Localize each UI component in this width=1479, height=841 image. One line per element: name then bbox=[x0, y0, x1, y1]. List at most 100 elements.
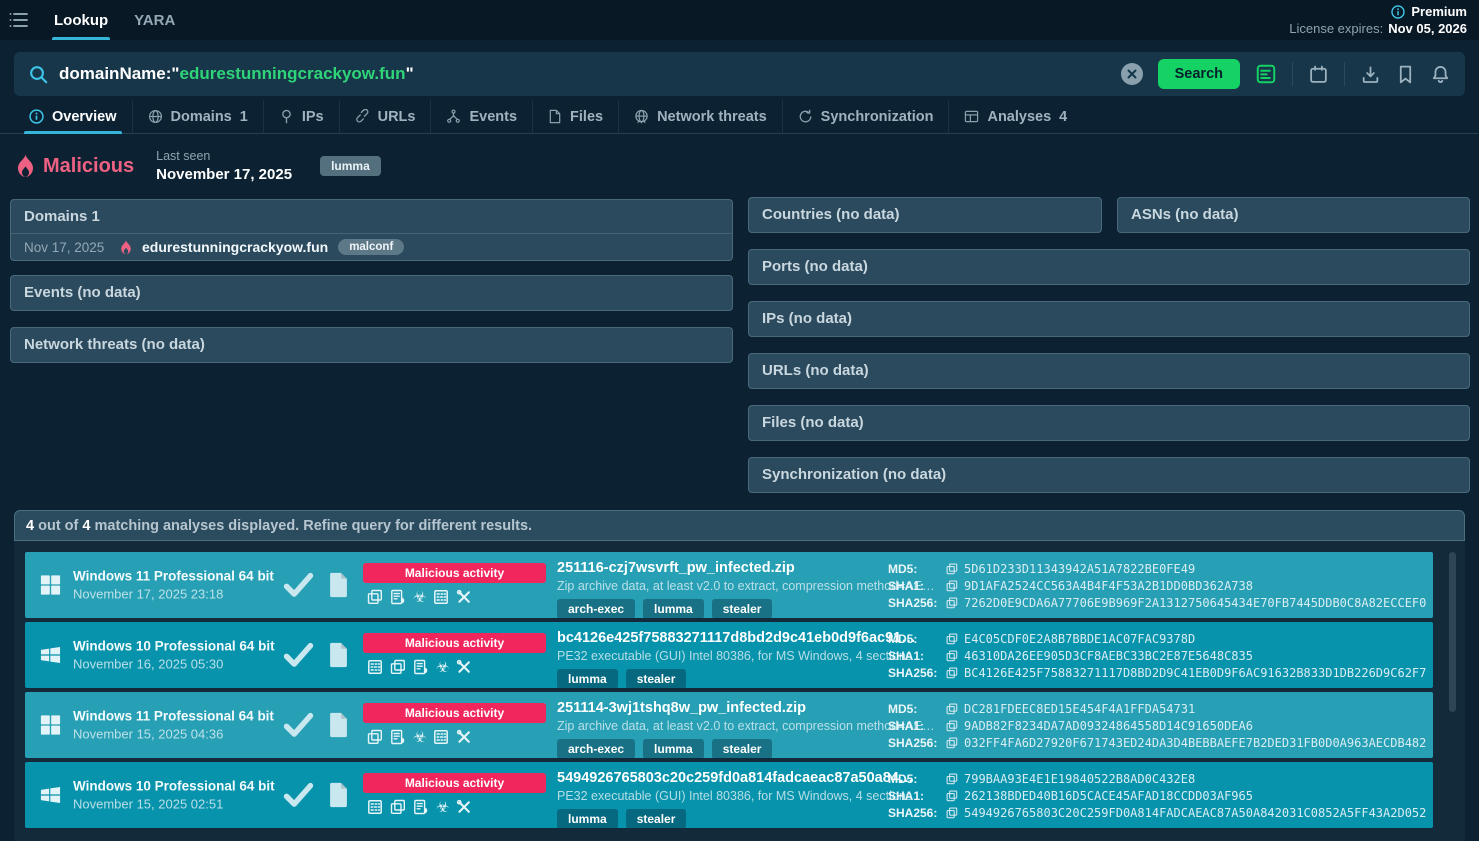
md5-hash: 5D61D233D11343942A51A7822BE0FE49 bbox=[964, 562, 1195, 576]
clear-search-button[interactable] bbox=[1121, 63, 1143, 85]
tools-icon[interactable] bbox=[456, 729, 472, 745]
copy-hash-icon[interactable] bbox=[946, 667, 958, 679]
copy-hash-icon[interactable] bbox=[946, 650, 958, 662]
copy-hash-icon[interactable] bbox=[946, 737, 958, 749]
copy-icon[interactable] bbox=[367, 729, 383, 745]
copy-hash-icon[interactable] bbox=[946, 720, 958, 732]
malware-family-tag[interactable]: lumma bbox=[320, 156, 381, 176]
tag-chip[interactable]: stealer bbox=[626, 809, 687, 829]
copy-hash-icon[interactable] bbox=[946, 580, 958, 592]
tag-chip[interactable]: stealer bbox=[712, 599, 773, 619]
completed-check-icon bbox=[283, 712, 314, 738]
notifications-bell-icon[interactable] bbox=[1430, 64, 1451, 85]
report-icon[interactable] bbox=[390, 589, 406, 605]
bookmark-icon[interactable] bbox=[1396, 64, 1415, 85]
domain-date: Nov 17, 2025 bbox=[24, 240, 110, 255]
top-bar: Lookup YARA Premium License expires:Nov … bbox=[0, 0, 1479, 40]
tag-chip[interactable]: lumma bbox=[557, 669, 618, 689]
calendar-icon[interactable] bbox=[1308, 64, 1329, 85]
analysis-file-name[interactable]: 251114-3wj1tshq8w_pw_infected.zip bbox=[557, 700, 887, 716]
tag-chip[interactable]: lumma bbox=[557, 809, 618, 829]
tools-icon[interactable] bbox=[456, 659, 472, 675]
analysis-row[interactable]: Windows 10 Professional 64 bit November … bbox=[25, 622, 1433, 688]
analysis-os: Windows 10 Professional 64 bit bbox=[73, 639, 275, 654]
static-analysis-icon[interactable] bbox=[433, 589, 449, 605]
analysis-file-name[interactable]: 5494926765803c20c259fd0a814fadcaeac87a50… bbox=[557, 770, 887, 786]
copy-icon[interactable] bbox=[390, 659, 406, 675]
search-bar[interactable]: domainName:"edurestunningcrackyow.fun" S… bbox=[14, 52, 1465, 96]
analysis-row[interactable]: Windows 11 Professional 64 bit November … bbox=[25, 692, 1433, 758]
analysis-date: November 16, 2025 05:30 bbox=[73, 657, 275, 672]
malconf-tag[interactable]: malconf bbox=[338, 239, 404, 255]
search-button[interactable]: Search bbox=[1158, 59, 1240, 89]
copy-hash-icon[interactable] bbox=[946, 563, 958, 575]
analysis-row[interactable]: Windows 11 Professional 64 bit November … bbox=[25, 552, 1433, 618]
sha256-hash: 7262D0E9CDA6A77706E9B969F2A1312750645434… bbox=[964, 596, 1426, 610]
premium-badge[interactable]: Premium bbox=[1289, 3, 1467, 20]
copy-hash-icon[interactable] bbox=[946, 703, 958, 715]
export-download-icon[interactable] bbox=[1360, 64, 1381, 85]
tag-chip[interactable]: lumma bbox=[643, 739, 704, 759]
analysis-file-desc: Zip archive data, at least v2.0 to extra… bbox=[557, 719, 887, 733]
copy-hash-icon[interactable] bbox=[946, 773, 958, 785]
scrollbar-thumb[interactable] bbox=[1449, 552, 1456, 712]
query-results-icon[interactable] bbox=[1255, 63, 1277, 85]
tools-icon[interactable] bbox=[456, 799, 472, 815]
static-analysis-icon[interactable] bbox=[433, 729, 449, 745]
copy-hash-icon[interactable] bbox=[946, 807, 958, 819]
biohazard-icon[interactable]: ☣ bbox=[436, 660, 449, 675]
static-analysis-icon[interactable] bbox=[367, 799, 383, 815]
static-analysis-icon[interactable] bbox=[367, 659, 383, 675]
events-panel: Events (no data) bbox=[10, 275, 733, 311]
tab-overview[interactable]: Overview bbox=[14, 100, 132, 133]
branch-icon bbox=[446, 109, 461, 124]
copy-hash-icon[interactable] bbox=[946, 633, 958, 645]
copy-hash-icon[interactable] bbox=[946, 597, 958, 609]
copy-icon[interactable] bbox=[390, 799, 406, 815]
tag-chip[interactable]: stealer bbox=[712, 739, 773, 759]
copy-icon[interactable] bbox=[367, 589, 383, 605]
analysis-row[interactable]: Windows 10 Professional 64 bit November … bbox=[25, 762, 1433, 828]
windows10-logo-icon bbox=[39, 644, 62, 667]
biohazard-icon[interactable]: ☣ bbox=[436, 800, 449, 815]
analyses-section: 4 out of 4 matching analyses displayed. … bbox=[14, 510, 1465, 841]
tab-ips[interactable]: IPs bbox=[263, 100, 339, 133]
tag-chip[interactable]: lumma bbox=[643, 599, 704, 619]
files-panel: Files (no data) bbox=[748, 405, 1470, 441]
tab-synchronization[interactable]: Synchronization bbox=[782, 100, 949, 133]
biohazard-icon[interactable]: ☣ bbox=[413, 730, 426, 745]
nav-tab-yara[interactable]: YARA bbox=[132, 0, 177, 40]
completed-check-icon bbox=[283, 642, 314, 668]
tab-urls[interactable]: URLs bbox=[339, 100, 431, 133]
sha256-hash: BC4126E425F75883271117D8BD2D9C41EB0D9F6A… bbox=[964, 666, 1426, 680]
biohazard-icon[interactable]: ☣ bbox=[413, 590, 426, 605]
tab-files[interactable]: Files bbox=[532, 100, 618, 133]
sample-file-icon bbox=[328, 712, 349, 739]
copy-hash-icon[interactable] bbox=[946, 790, 958, 802]
analysis-file-name[interactable]: 251116-czj7wsvrft_pw_infected.zip bbox=[557, 560, 887, 576]
premium-label: Premium bbox=[1411, 3, 1467, 20]
domain-name[interactable]: edurestunningcrackyow.fun bbox=[142, 239, 328, 255]
tab-events[interactable]: Events bbox=[430, 100, 532, 133]
report-icon[interactable] bbox=[413, 659, 429, 675]
tab-analyses[interactable]: Analyses4 bbox=[948, 100, 1082, 133]
tag-chip[interactable]: stealer bbox=[626, 669, 687, 689]
tag-chip[interactable]: arch-exec bbox=[557, 599, 635, 619]
domain-row[interactable]: Nov 17, 2025 edurestunningcrackyow.fun m… bbox=[11, 233, 732, 260]
report-icon[interactable] bbox=[413, 799, 429, 815]
md5-hash: 799BAA93E4E1E19840522B8AD0C432E8 bbox=[964, 772, 1195, 786]
malicious-activity-badge: Malicious activity bbox=[363, 633, 546, 653]
menu-icon[interactable] bbox=[8, 9, 30, 31]
tools-icon[interactable] bbox=[456, 589, 472, 605]
tab-network-threats[interactable]: Network threats bbox=[618, 100, 782, 133]
analysis-file-desc: PE32 executable (GUI) Intel 80386, for M… bbox=[557, 649, 887, 663]
search-input[interactable]: domainName:"edurestunningcrackyow.fun" bbox=[59, 64, 414, 84]
tag-chip[interactable]: arch-exec bbox=[557, 739, 635, 759]
ips-panel: IPs (no data) bbox=[748, 301, 1470, 337]
analysis-file-name[interactable]: bc4126e425f75883271117d8bd2d9c41eb0d9f6a… bbox=[557, 630, 887, 646]
sample-file-icon bbox=[328, 572, 349, 599]
nav-tab-lookup[interactable]: Lookup bbox=[52, 0, 110, 40]
sync-icon bbox=[798, 109, 813, 124]
tab-domains[interactable]: Domains1 bbox=[132, 100, 263, 133]
report-icon[interactable] bbox=[390, 729, 406, 745]
